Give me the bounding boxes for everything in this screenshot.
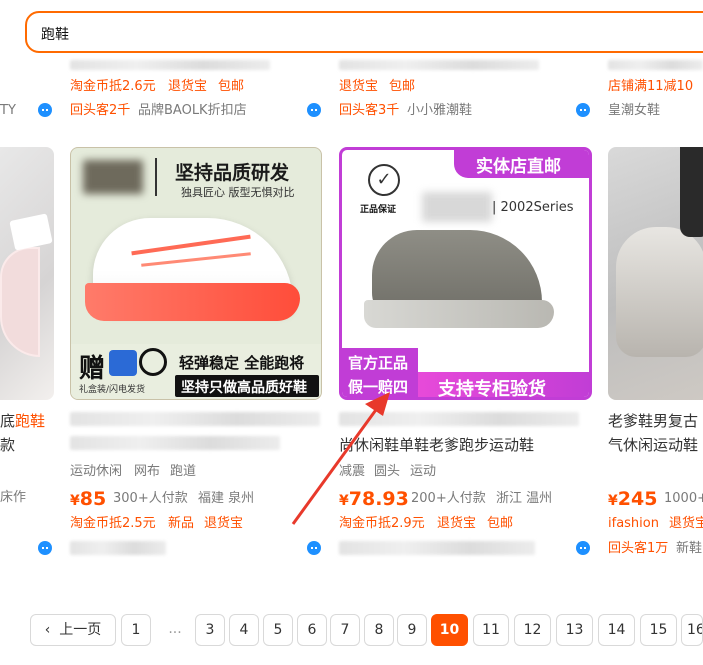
page-button[interactable]: 16: [681, 614, 703, 646]
page-button[interactable]: 14: [598, 614, 635, 646]
page-button[interactable]: 1: [121, 614, 151, 646]
page-ellipsis: ...: [160, 614, 190, 646]
page-button[interactable]: 11: [473, 614, 509, 646]
page-button[interactable]: 7: [330, 614, 360, 646]
page-button[interactable]: 9: [397, 614, 427, 646]
page-button[interactable]: 13: [556, 614, 593, 646]
page-button-current[interactable]: 10: [431, 614, 468, 646]
annotation-arrow-icon: [291, 392, 390, 525]
page-button[interactable]: 15: [640, 614, 677, 646]
prev-page-label: 上一页: [59, 622, 102, 638]
prev-page-button[interactable]: ‹ 上一页: [30, 614, 116, 646]
page-button[interactable]: 5: [263, 614, 293, 646]
page-button[interactable]: 8: [364, 614, 394, 646]
page-button[interactable]: 3: [195, 614, 225, 646]
page-button[interactable]: 4: [229, 614, 259, 646]
chevron-left-icon: ‹: [44, 622, 51, 638]
page-button[interactable]: 12: [514, 614, 551, 646]
page-button[interactable]: 6: [297, 614, 327, 646]
